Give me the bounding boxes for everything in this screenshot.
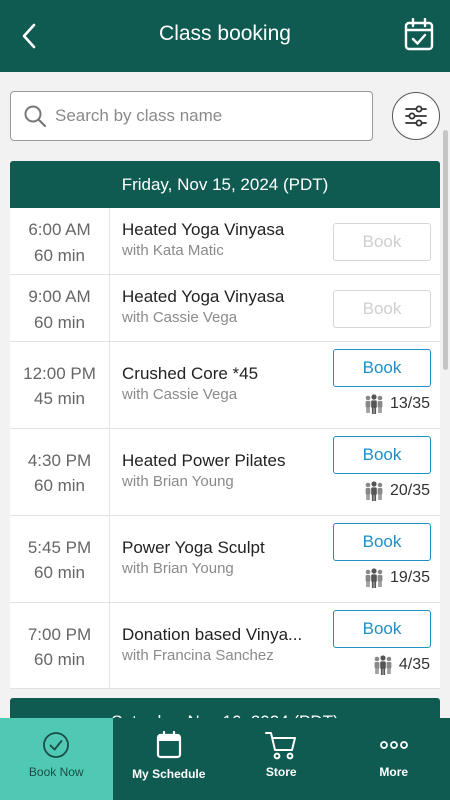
sliders-icon [405,105,427,127]
class-time: 9:00 AM [28,287,91,306]
class-name: Heated Yoga Vinyasa [122,220,285,239]
class-row: 12:00 PM 45 min Crushed Core *45 with Ca… [10,342,440,429]
day-header: Friday, Nov 15, 2024 (PDT) [10,161,440,208]
calendar-check-button[interactable] [404,17,434,52]
time-column: 9:00 AM 60 min [10,275,110,341]
scrollbar[interactable] [443,130,448,370]
class-name: Crushed Core *45 [122,364,259,383]
app-header: Class booking [0,0,450,72]
time-column: 4:30 PM 60 min [10,429,110,515]
book-button[interactable]: Book [333,290,431,328]
tab-label: Store [265,765,297,779]
class-duration: 60 min [33,246,86,265]
class-duration: 60 min [33,313,86,332]
time-column: 6:00 AM 60 min [10,208,110,274]
class-instructor: with Brian Young [122,560,234,577]
class-info[interactable]: Heated Yoga Vinyasa with Kata Matic [122,220,322,259]
book-button[interactable]: Book [333,223,431,261]
class-instructor: with Brian Young [122,473,234,490]
search-box[interactable] [10,91,373,141]
people-icon [365,394,383,414]
cart-icon [265,732,297,760]
class-duration: 60 min [33,650,86,669]
capacity-indicator: 13/35 [364,394,430,414]
class-instructor: with Cassie Vega [122,386,238,403]
people-icon [374,655,392,675]
book-button[interactable]: Book [333,436,431,474]
class-duration: 45 min [33,389,86,408]
tab-label: Book Now [28,765,84,779]
class-row: 4:30 PM 60 min Heated Power Pilates with… [10,429,440,516]
check-circle-icon [43,732,70,758]
capacity-text: 13/35 [389,395,430,412]
capacity-text: 4/35 [398,656,430,673]
class-list: 6:00 AM 60 min Heated Yoga Vinyasa with … [10,208,440,689]
page-title: Class booking [159,22,291,45]
class-row: 9:00 AM 60 min Heated Yoga Vinyasa with … [10,275,440,342]
class-name: Donation based Vinya... [122,625,303,644]
class-instructor: with Francina Sanchez [122,647,274,664]
capacity-text: 19/35 [389,569,430,586]
class-info[interactable]: Crushed Core *45 with Cassie Vega [122,364,322,403]
class-name: Heated Power Pilates [122,451,286,470]
class-row: 7:00 PM 60 min Donation based Vinya... w… [10,603,440,689]
class-info[interactable]: Power Yoga Sculpt with Brian Young [122,538,322,577]
filter-button[interactable] [392,92,440,140]
more-dots-icon [379,741,408,749]
calendar-check-icon [404,17,434,51]
capacity-indicator: 19/35 [364,568,430,588]
bottom-tab-bar: Book Now My Schedule Store More [0,718,450,800]
calendar-icon [156,731,181,759]
book-button[interactable]: Book [333,610,431,648]
people-icon [365,568,383,588]
class-duration: 60 min [33,476,86,495]
capacity-text: 20/35 [389,482,430,499]
capacity-indicator: 4/35 [373,655,430,675]
tab-my-schedule[interactable]: My Schedule [113,718,226,800]
class-name: Power Yoga Sculpt [122,538,265,557]
tab-more[interactable]: More [338,718,450,800]
time-column: 12:00 PM 45 min [10,342,110,428]
class-info[interactable]: Donation based Vinya... with Francina Sa… [122,625,322,664]
tab-store[interactable]: Store [225,718,338,800]
tab-book-now[interactable]: Book Now [0,718,113,800]
search-row [10,91,440,141]
class-time: 7:00 PM [27,625,92,644]
class-instructor: with Kata Matic [122,242,224,259]
class-time: 12:00 PM [23,364,96,383]
capacity-indicator: 20/35 [364,481,430,501]
class-row: 6:00 AM 60 min Heated Yoga Vinyasa with … [10,208,440,275]
search-icon [15,91,55,141]
class-time: 6:00 AM [28,220,91,239]
class-duration: 60 min [33,563,86,582]
people-icon [365,481,383,501]
class-time: 4:30 PM [27,451,92,470]
class-time: 5:45 PM [27,538,92,557]
book-button[interactable]: Book [333,523,431,561]
tab-label: More [379,765,409,779]
tab-label: My Schedule [132,767,206,781]
time-column: 7:00 PM 60 min [10,603,110,688]
class-info[interactable]: Heated Yoga Vinyasa with Cassie Vega [122,287,322,326]
class-info[interactable]: Heated Power Pilates with Brian Young [122,451,322,490]
time-column: 5:45 PM 60 min [10,516,110,602]
class-row: 5:45 PM 60 min Power Yoga Sculpt with Br… [10,516,440,603]
class-name: Heated Yoga Vinyasa [122,287,285,306]
class-instructor: with Cassie Vega [122,309,238,326]
search-input[interactable] [55,106,355,126]
book-button[interactable]: Book [333,349,431,387]
